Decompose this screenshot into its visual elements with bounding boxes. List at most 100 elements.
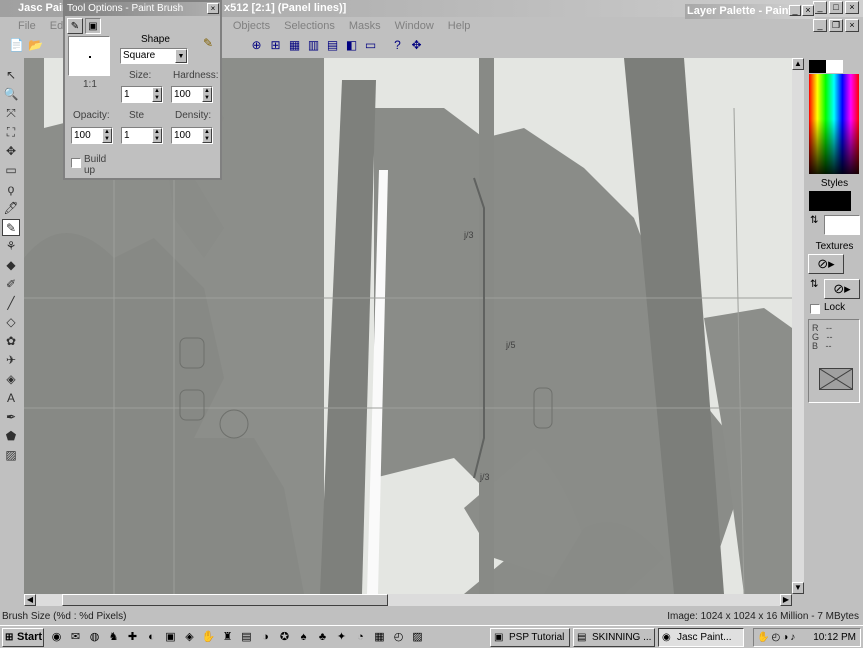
task-psp-tutorial[interactable]: ▣ PSP Tutorial xyxy=(490,628,570,647)
scroll-down-arrow[interactable]: ▼ xyxy=(792,582,804,594)
brush-icon[interactable]: ◧ xyxy=(343,37,360,54)
menu-file[interactable]: File xyxy=(18,20,36,32)
size-value[interactable]: 1 xyxy=(122,87,152,102)
background-style-swatch[interactable] xyxy=(824,215,860,235)
airbrush-tool-icon[interactable]: ✈ xyxy=(2,352,20,369)
menu-objects[interactable]: Objects xyxy=(233,20,270,32)
opacity-value[interactable]: 100 xyxy=(72,128,102,143)
minimize-button[interactable]: _ xyxy=(813,1,827,14)
step-spin-arrows[interactable]: ▲ ▼ xyxy=(152,128,162,143)
foreground-swatch[interactable] xyxy=(809,60,826,73)
vertical-scrollbar[interactable]: ▲ ▼ xyxy=(792,58,804,594)
draw-tool-icon[interactable]: ✒ xyxy=(2,409,20,426)
app-icon[interactable]: ▤ xyxy=(238,629,255,646)
foreground-style-swatch[interactable] xyxy=(809,191,851,211)
background-texture-button[interactable]: ⊘▸ xyxy=(824,279,860,299)
open-icon[interactable]: 📂 xyxy=(27,37,44,54)
start-button[interactable]: ⊞ Start xyxy=(2,628,44,647)
menu-window[interactable]: Window xyxy=(395,20,434,32)
layer-palette-minimize-button[interactable]: _ xyxy=(789,5,801,16)
clock[interactable]: 10:12 PM xyxy=(813,632,860,643)
app-icon[interactable]: ✪ xyxy=(276,629,293,646)
new-icon[interactable]: 📄 xyxy=(8,37,25,54)
app-icon[interactable]: ▨ xyxy=(409,629,426,646)
size-spin-arrows[interactable]: ▲ ▼ xyxy=(152,87,162,102)
text-tool-icon[interactable]: A xyxy=(2,390,20,407)
clone-brush-tool-icon[interactable]: ⚘ xyxy=(2,238,20,255)
background-swatch[interactable] xyxy=(826,60,843,73)
color-spectrum[interactable] xyxy=(809,74,859,174)
crop-tool-icon[interactable]: ⛶ xyxy=(2,124,20,141)
doc-close-button[interactable]: × xyxy=(845,19,859,32)
task-jasc-paint[interactable]: ◉ Jasc Paint... xyxy=(658,628,744,647)
scroll-right-arrow[interactable]: ▶ xyxy=(780,594,792,606)
horizontal-scroll-thumb[interactable] xyxy=(62,594,388,606)
game-icon[interactable]: ◑ xyxy=(257,629,274,646)
swap-icon[interactable]: ⇅ xyxy=(810,215,818,226)
eraser-tool-icon[interactable]: ◇ xyxy=(2,314,20,331)
brush-options-icon[interactable]: ✎ xyxy=(203,36,213,50)
app-icon[interactable]: ◐ xyxy=(143,629,160,646)
clock-icon[interactable]: ◴ xyxy=(390,629,407,646)
mover-tool-icon[interactable]: ✥ xyxy=(2,143,20,160)
app-icon[interactable]: ♣ xyxy=(314,629,331,646)
retouch-tool-icon[interactable]: ✐ xyxy=(2,276,20,293)
dropper-tool-icon[interactable]: 🖊 xyxy=(2,200,20,217)
tray-clock-icon[interactable]: ◴ xyxy=(771,632,780,643)
shape-dropdown[interactable]: Square ▼ xyxy=(120,48,188,64)
flood-fill-tool-icon[interactable]: ◈ xyxy=(2,371,20,388)
brush-tab-icon[interactable]: ✎ xyxy=(67,18,83,34)
deform-tool-icon[interactable]: ⤧ xyxy=(2,105,20,122)
opacity-spin-arrows[interactable]: ▲ ▼ xyxy=(102,128,112,143)
close-button[interactable]: × xyxy=(845,1,859,14)
step-value[interactable]: 1 xyxy=(122,128,152,143)
menu-selections[interactable]: Selections xyxy=(284,20,335,32)
tool-options-icon[interactable]: ✥ xyxy=(408,37,425,54)
histogram-icon[interactable]: ▥ xyxy=(305,37,322,54)
doc-restore-button[interactable]: ❐ xyxy=(829,19,843,32)
app-icon[interactable]: ✦ xyxy=(333,629,350,646)
layers-icon[interactable]: ▤ xyxy=(324,37,341,54)
scroll-up-arrow[interactable]: ▲ xyxy=(792,58,804,70)
step-spinner[interactable]: 1 ▲ ▼ xyxy=(121,127,163,144)
tray-speaker-icon[interactable]: ♪ xyxy=(790,632,795,643)
paint-icon[interactable]: ♞ xyxy=(105,629,122,646)
ie-icon[interactable]: ◉ xyxy=(48,629,65,646)
tray-app-icon[interactable]: ◑ xyxy=(782,632,788,643)
tool-options-close-button[interactable]: × xyxy=(207,3,219,14)
paint-brush-tool-icon[interactable]: ✎ xyxy=(2,219,20,236)
winamp-icon[interactable]: ◈ xyxy=(181,629,198,646)
app-icon[interactable]: ♠ xyxy=(295,629,312,646)
help-icon[interactable]: ? xyxy=(389,37,406,54)
density-spinner[interactable]: 100 ▲ ▼ xyxy=(171,127,213,144)
texture-swap-icon[interactable]: ⇅ xyxy=(810,279,818,290)
selection-tool-icon[interactable]: ▭ xyxy=(2,162,20,179)
opacity-spinner[interactable]: 100 ▲ ▼ xyxy=(71,127,113,144)
folder-icon[interactable]: ▣ xyxy=(162,629,179,646)
color-icon[interactable]: ⊕ xyxy=(248,37,265,54)
aid-icon[interactable]: ✚ xyxy=(124,629,141,646)
preset-shapes-tool-icon[interactable]: ⬟ xyxy=(2,428,20,445)
picture-tube-tool-icon[interactable]: ✿ xyxy=(2,333,20,350)
foreground-texture-button[interactable]: ⊘▸ xyxy=(808,254,844,274)
tool-options-titlebar[interactable]: Tool Options - Paint Brush × xyxy=(65,2,220,16)
app-icon[interactable]: ✋ xyxy=(200,629,217,646)
palette-icon[interactable]: ▭ xyxy=(362,37,379,54)
desktop-icon[interactable]: ◍ xyxy=(86,629,103,646)
doc-minimize-button[interactable]: _ xyxy=(813,19,827,32)
build-up-checkbox[interactable] xyxy=(71,158,81,168)
chevron-down-icon[interactable]: ▼ xyxy=(175,49,187,63)
freehand-tool-icon[interactable]: ϙ xyxy=(2,181,20,198)
tray-hand-icon[interactable]: ✋ xyxy=(757,632,769,643)
scratch-remover-tool-icon[interactable]: ╱ xyxy=(2,295,20,312)
zoom-tool-icon[interactable]: 🔍 xyxy=(2,86,20,103)
object-selector-tool-icon[interactable]: ▨ xyxy=(2,447,20,464)
zoom-icon[interactable]: ⊞ xyxy=(267,37,284,54)
app-icon[interactable]: ▦ xyxy=(371,629,388,646)
task-skinning[interactable]: ▤ SKINNING ... xyxy=(573,628,655,647)
hardness-spinner[interactable]: 100 ▲ ▼ xyxy=(171,86,213,103)
layer-palette-close-button[interactable]: × xyxy=(802,5,814,16)
lock-checkbox[interactable] xyxy=(810,304,820,314)
menu-masks[interactable]: Masks xyxy=(349,20,381,32)
hardness-value[interactable]: 100 xyxy=(172,87,202,102)
